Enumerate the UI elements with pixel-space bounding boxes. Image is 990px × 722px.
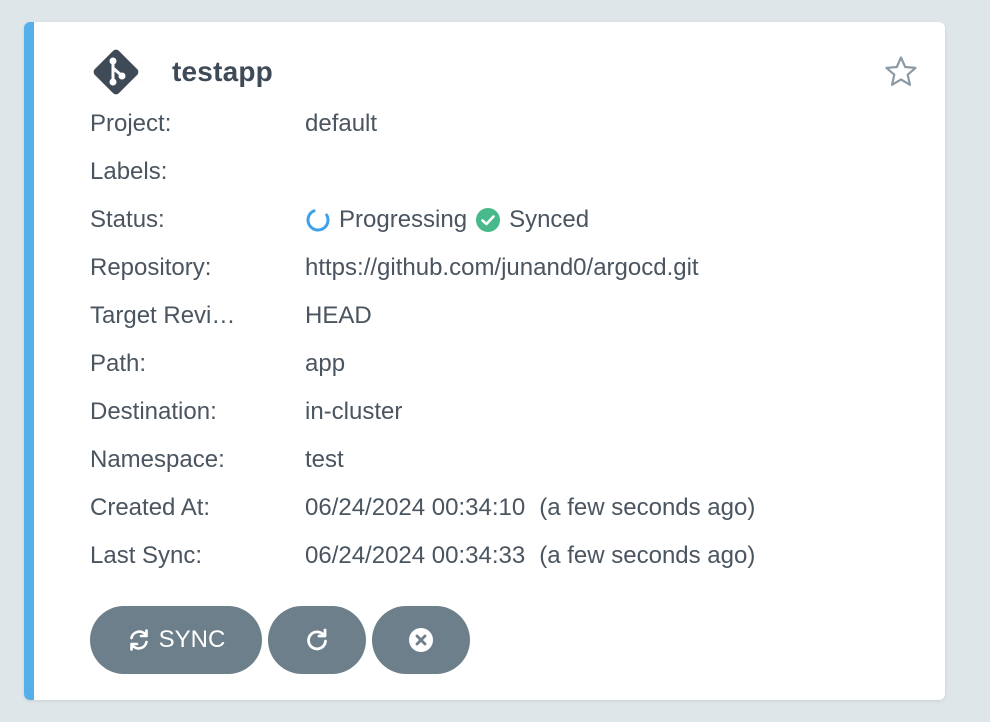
field-label: Last Sync:	[90, 542, 203, 569]
field-label: Path:	[90, 350, 147, 377]
field-label: Namespace:	[90, 446, 225, 473]
sync-icon	[129, 629, 148, 651]
relative-time: (a few seconds ago)	[539, 542, 756, 569]
sync-button[interactable]: SYNC	[90, 606, 262, 674]
git-icon	[93, 49, 139, 95]
field-value: HEAD	[305, 302, 372, 329]
repository-link[interactable]: https://github.com/junand0/argocd.git	[305, 254, 699, 282]
field-label: Repository:	[90, 254, 212, 281]
field-last-sync: Last Sync: 06/24/2024 00:34:33 (a few se…	[90, 532, 755, 580]
progressing-spinner-icon	[306, 208, 330, 232]
card-accent-bar	[24, 22, 34, 700]
status-value: Progressing Synced	[305, 206, 597, 234]
field-namespace: Namespace: test	[90, 436, 755, 484]
created-at-value: 06/24/2024 00:34:10 (a few seconds ago)	[305, 494, 755, 522]
timestamp: 06/24/2024 00:34:10	[305, 494, 526, 521]
field-label: Project:	[90, 110, 172, 137]
application-card[interactable]: testapp Project: default Labels: Status:…	[24, 22, 945, 700]
field-project: Project: default	[90, 100, 755, 148]
app-name[interactable]: testapp	[172, 56, 273, 88]
close-circle-icon	[409, 628, 433, 652]
field-value: test	[305, 446, 344, 473]
field-label: Destination:	[90, 398, 217, 425]
sync-status-text[interactable]: Synced	[509, 206, 589, 234]
app-details: Project: default Labels: Status: Progres…	[90, 100, 755, 580]
field-target-revision: Target Revi… HEAD	[90, 292, 755, 340]
field-value: default	[305, 110, 378, 137]
field-label: Created At:	[90, 494, 211, 521]
relative-time: (a few seconds ago)	[539, 494, 756, 521]
timestamp: 06/24/2024 00:34:33	[305, 542, 526, 569]
field-value: app	[305, 350, 346, 377]
field-label: Labels:	[90, 158, 168, 185]
field-label: Target Revi…	[90, 302, 236, 329]
refresh-button[interactable]	[268, 606, 366, 674]
check-circle-icon	[476, 208, 501, 232]
delete-button[interactable]	[372, 606, 470, 674]
last-sync-value: 06/24/2024 00:34:33 (a few seconds ago)	[305, 542, 755, 570]
card-header: testapp	[90, 46, 273, 98]
field-path: Path: app	[90, 340, 755, 388]
field-label: Status:	[90, 206, 165, 233]
field-labels: Labels:	[90, 148, 755, 196]
field-value: in-cluster	[305, 398, 403, 425]
field-created-at: Created At: 06/24/2024 00:34:10 (a few s…	[90, 484, 755, 532]
action-buttons: SYNC	[90, 606, 470, 674]
sync-button-label: SYNC	[158, 626, 226, 653]
field-destination: Destination: in-cluster	[90, 388, 755, 436]
field-status: Status: Progressing Synced	[90, 196, 755, 244]
health-status-text[interactable]: Progressing	[339, 206, 467, 234]
refresh-icon	[307, 628, 327, 651]
field-repository: Repository: https://github.com/junand0/a…	[90, 244, 755, 292]
star-outline-icon[interactable]	[883, 54, 919, 90]
